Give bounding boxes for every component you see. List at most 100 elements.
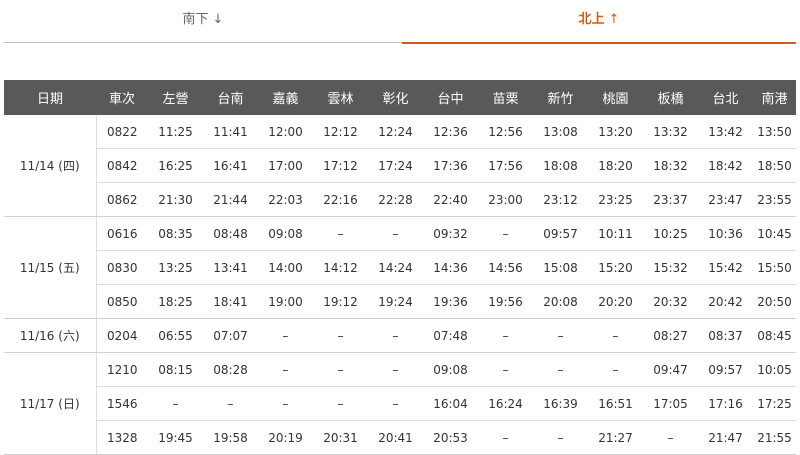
time-cell: 23:12 [533, 182, 588, 217]
time-cell: 23:00 [478, 182, 533, 217]
time-cell: 12:36 [423, 115, 478, 149]
time-cell: 22:40 [423, 182, 478, 217]
time-cell: 18:42 [698, 148, 753, 183]
time-cell: – [368, 352, 423, 387]
time-cell: 12:00 [258, 115, 313, 149]
time-cell: 20:19 [258, 420, 313, 455]
time-cell: – [258, 352, 313, 387]
time-cell: – [368, 216, 423, 251]
time-cell: – [258, 386, 313, 421]
timetable: 日期 車次 左營 台南 嘉義 雲林 彰化 台中 苗栗 新竹 桃園 板橋 台北 南港 11/14 (四) 08… [4, 80, 796, 455]
table-row: 11/15 (五) 0616 08:35 08:48 09:08– –09:32–09:5… [4, 216, 796, 319]
column-header: 南港 [753, 80, 796, 115]
train-number-cell: 0204 [96, 318, 148, 353]
column-header: 桃園 [588, 80, 643, 115]
train-number-cell: 1546 [96, 386, 148, 421]
time-cell: 22:03 [258, 182, 313, 217]
train-number-cell: 0616 [96, 216, 148, 251]
time-cell: 21:44 [203, 182, 258, 217]
time-cell: 16:39 [533, 386, 588, 421]
time-cell: 17:36 [423, 148, 478, 183]
train-number-cell: 0850 [96, 284, 148, 319]
column-header: 嘉義 [258, 80, 313, 115]
time-cell: 06:55 [148, 318, 203, 353]
train-number-cell: 1210 [96, 352, 148, 387]
time-cell: – [203, 386, 258, 421]
time-cell: 18:08 [533, 148, 588, 183]
time-cell: 18:41 [203, 284, 258, 319]
time-cell: 20:20 [588, 284, 643, 319]
time-cell: 18:32 [643, 148, 698, 183]
arrow-down-icon: ↓ [212, 12, 224, 27]
time-cell: 10:05 [753, 352, 796, 387]
time-cell: – [643, 420, 698, 455]
time-cell: – [533, 420, 588, 455]
time-cell: 17:12 [313, 148, 368, 183]
time-cell: 21:55 [753, 420, 796, 455]
date-cell: 11/17 (日) [4, 352, 97, 455]
time-cell: 14:36 [423, 250, 478, 285]
tab-southbound-label: 南下 [182, 12, 209, 27]
date-cell: 11/14 (四) [4, 115, 97, 217]
time-cell: 23:37 [643, 182, 698, 217]
tab-southbound[interactable]: 南下 ↓ [4, 0, 402, 43]
time-cell: – [368, 318, 423, 353]
column-header: 台南 [203, 80, 258, 115]
time-cell: – [533, 318, 588, 353]
train-number-cell: 0842 [96, 148, 148, 183]
time-cell: 10:45 [753, 216, 796, 251]
time-cell: 08:45 [753, 318, 796, 353]
time-cell: 22:28 [368, 182, 423, 217]
time-cell: 13:20 [588, 115, 643, 149]
date-cell: 11/16 (六) [4, 318, 97, 353]
time-cell: 19:36 [423, 284, 478, 319]
time-cell: 09:57 [533, 216, 588, 251]
time-cell: 14:24 [368, 250, 423, 285]
time-cell: – [313, 216, 368, 251]
time-cell: 08:48 [203, 216, 258, 251]
time-cell: 20:42 [698, 284, 753, 319]
time-cell: 15:42 [698, 250, 753, 285]
time-cell: 20:08 [533, 284, 588, 319]
time-cell: 09:57 [698, 352, 753, 387]
tab-northbound-label: 北上 [578, 12, 605, 27]
time-cell: – [313, 318, 368, 353]
time-cell: 18:50 [753, 148, 796, 183]
time-cell: 19:58 [203, 420, 258, 455]
time-cell: – [313, 386, 368, 421]
time-cell: 20:31 [313, 420, 368, 455]
time-cell: – [478, 420, 533, 455]
time-cell: 17:56 [478, 148, 533, 183]
time-cell: 09:47 [643, 352, 698, 387]
train-number-cell: 0822 [96, 115, 148, 149]
column-header: 雲林 [313, 80, 368, 115]
time-cell: 12:56 [478, 115, 533, 149]
tab-northbound[interactable]: 北上 ↑ [402, 0, 796, 44]
table-row: 0850 18:25 18:41 19:00 19:12 19:24 19:36 19:56 2… [4, 284, 796, 319]
table-row: 0862 21:30 21:44 22:03 22:16 22:28 22:40 23:00 2… [4, 182, 796, 217]
time-cell: 09:32 [423, 216, 478, 251]
time-cell: 16:24 [478, 386, 533, 421]
time-cell: 14:56 [478, 250, 533, 285]
time-cell: 19:12 [313, 284, 368, 319]
time-cell: 17:24 [368, 148, 423, 183]
time-cell: 10:25 [643, 216, 698, 251]
table-row: 0842 16:25 16:41 17:00 17:12 17:24 17:36 17:56 1… [4, 148, 796, 183]
time-cell: 20:50 [753, 284, 796, 319]
time-cell: 11:41 [203, 115, 258, 149]
train-number-cell: 0830 [96, 250, 148, 285]
column-header: 車次 [96, 80, 148, 115]
time-cell: 20:53 [423, 420, 478, 455]
time-cell: 23:55 [753, 182, 796, 217]
time-cell: – [313, 352, 368, 387]
train-number-cell: 0862 [96, 182, 148, 217]
time-cell: 18:25 [148, 284, 203, 319]
time-cell: 07:48 [423, 318, 478, 353]
time-cell: 19:00 [258, 284, 313, 319]
time-cell: 23:47 [698, 182, 753, 217]
time-cell: 19:56 [478, 284, 533, 319]
time-cell: 23:25 [588, 182, 643, 217]
column-header: 新竹 [533, 80, 588, 115]
time-cell: 15:32 [643, 250, 698, 285]
arrow-up-icon: ↑ [608, 12, 620, 27]
